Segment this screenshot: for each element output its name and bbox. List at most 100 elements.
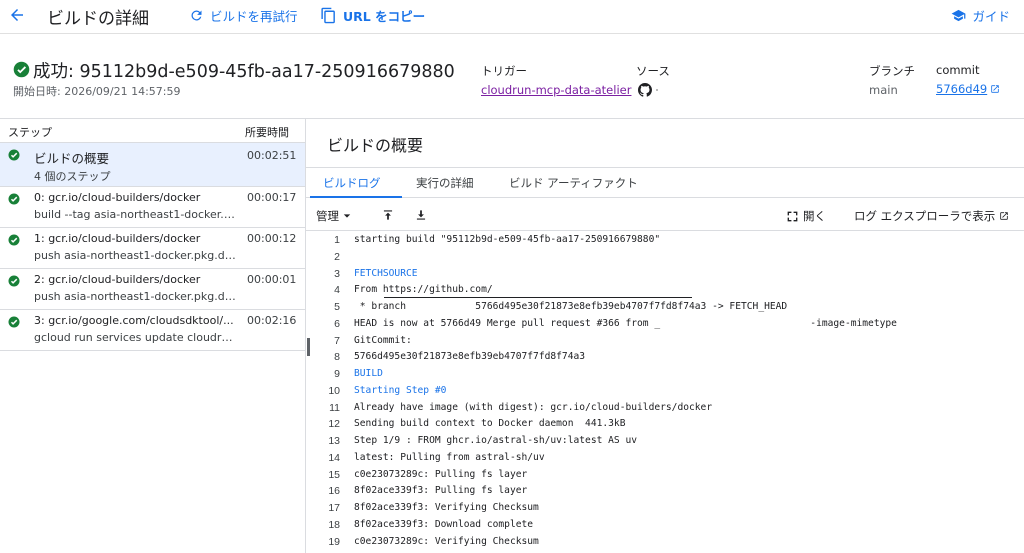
step-row[interactable]: 2: gcr.io/cloud-builders/docker push asia… (0, 269, 305, 310)
view-in-log-explorer-button[interactable]: ログ エクスプローラで表示 (854, 208, 1009, 224)
log-text: * branch 5766d495e30f21873e8efb39eb4707f… (354, 301, 788, 312)
log-text: 8f02ace339f3: Verifying Checksum (354, 502, 539, 513)
log-text: 8f02ace339f3: Pulling fs layer (354, 485, 528, 497)
log-line: 5 * branch 5766d495e30f21873e8efb39eb470… (306, 301, 1024, 318)
line-number: 19 (328, 535, 340, 548)
success-check-icon (8, 275, 20, 287)
top-bar: ビルドの詳細 ビルドを再試行 URL をコピー ガイド (0, 0, 1024, 34)
log-line: 18 8f02ace339f3: Download complete (306, 519, 1024, 536)
log-text: FETCHSOURCE (354, 267, 418, 279)
guide-label: ガイド (972, 9, 1010, 24)
rebuild-label: ビルドを再試行 (210, 9, 298, 24)
log-text: GitCommit: (354, 334, 412, 346)
log-text: latest: Pulling from astral-sh/uv (354, 451, 545, 463)
log-line: 16 8f02ace339f3: Pulling fs layer (306, 485, 1024, 502)
back-arrow-icon[interactable] (8, 6, 26, 24)
step-duration: 00:00:12 (247, 232, 297, 245)
step-name: ビルドの概要 (34, 151, 110, 166)
build-title: 成功: 95112b9d-e509-45fb-aa17-250916679880 (33, 62, 455, 82)
school-icon (952, 9, 966, 22)
line-number: 5 (334, 301, 340, 313)
commit-link[interactable]: 5766d49 (936, 82, 1000, 96)
log-text: Starting Step #0 (354, 384, 447, 396)
log-line: 9 BUILD (306, 368, 1024, 385)
copy-url-label: URL をコピー (343, 9, 426, 24)
log-text: c0e23073289c: Pulling fs layer (354, 468, 528, 480)
open-in-new-icon (1000, 212, 1009, 220)
guide-button[interactable]: ガイド (951, 6, 1010, 25)
manage-dropdown[interactable]: 管理 (316, 208, 351, 224)
trigger-label: トリガー (481, 64, 527, 78)
log-line: 6 HEAD is now at 5766d49 Merge pull reque… (306, 318, 1024, 335)
tab-execution-details[interactable]: 実行の詳細 (416, 175, 474, 191)
success-check-icon (8, 316, 20, 328)
log-text: HEAD is now at 5766d49 Merge pull reques… (354, 317, 897, 329)
step-command: push asia-northeast1-docker.pkg.de... (34, 290, 236, 303)
line-number: 13 (328, 435, 340, 447)
step-command: 4 個のステップ (34, 170, 111, 183)
open-label: 開く (803, 209, 826, 223)
log-text: Already have image (with digest): gcr.io… (354, 401, 713, 413)
section-title: ビルドの概要 (327, 136, 424, 155)
step-duration: 00:02:51 (247, 149, 297, 162)
branch-value: main (869, 83, 898, 97)
log-text: BUILD (354, 368, 383, 379)
step-row[interactable]: 1: gcr.io/cloud-builders/docker push asia… (0, 228, 305, 269)
line-number: 3 (334, 267, 340, 280)
log-text: Step 1/9 : FROM ghcr.io/astral-sh/uv:lat… (354, 435, 638, 446)
step-name: 1: gcr.io/cloud-builders/docker (34, 232, 201, 245)
step-command: build --tag asia-northeast1-docker.p... (34, 208, 236, 221)
open-fullscreen-button[interactable]: 開く (786, 208, 826, 224)
line-number: 18 (328, 518, 340, 531)
active-tab-indicator (310, 196, 402, 198)
step-name: 3: gcr.io/google.com/cloudsdktool/... (34, 314, 234, 327)
line-number: 14 (328, 451, 340, 464)
success-check-icon (8, 193, 20, 205)
rebuild-button[interactable]: ビルドを再試行 (189, 6, 298, 25)
trigger-link[interactable]: cloudrun-mcp-data-atelier (481, 83, 631, 97)
line-number: 11 (329, 401, 340, 414)
line-number: 6 (334, 317, 340, 330)
line-number: 2 (334, 250, 340, 263)
log-line: 4 From https://github.com/ (306, 284, 1024, 301)
log-line: 13 Step 1/9 : FROM ghcr.io/astral-sh/uv:l… (306, 435, 1024, 452)
step-command: push asia-northeast1-docker.pkg.de... (34, 249, 236, 262)
steps-column-header: ステップ (8, 126, 52, 139)
url-underline (384, 297, 692, 299)
step-row[interactable]: 3: gcr.io/google.com/cloudsdktool/... gcl… (0, 310, 305, 351)
open-in-new-icon (991, 85, 999, 93)
manage-label: 管理 (316, 209, 339, 223)
source-label: ソース (636, 64, 670, 78)
step-name: 0: gcr.io/cloud-builders/docker (34, 191, 201, 204)
line-number: 4 (334, 284, 340, 297)
log-line: 2 (306, 251, 1024, 268)
log-text: 5766d495e30f21873e8efb39eb4707f7fd8f74a3 (354, 351, 586, 363)
copy-icon (321, 7, 335, 24)
scroll-to-top-icon[interactable] (381, 208, 395, 222)
log-text: 8f02ace339f3: Download complete (354, 518, 534, 530)
success-check-icon (13, 61, 30, 78)
build-log[interactable]: 1 starting build "95112b9d-e509-45fb-aa17… (306, 232, 1024, 553)
line-number: 16 (328, 485, 340, 498)
line-number: 9 (334, 368, 340, 380)
step-duration: 00:00:17 (247, 191, 297, 204)
fullscreen-icon (787, 211, 798, 221)
log-line: 17 8f02ace339f3: Verifying Checksum (306, 502, 1024, 519)
tab-build-artifacts[interactable]: ビルド アーティファクト (509, 175, 638, 191)
scroll-to-bottom-icon[interactable] (414, 208, 428, 222)
step-row-summary[interactable]: ビルドの概要 4 個のステップ 00:02:51 (0, 143, 305, 187)
commit-value: 5766d49 (936, 82, 988, 96)
build-summary-panel: ビルドの概要 ビルドログ 実行の詳細 ビルド アーティファクト 管理 開く ログ… (306, 118, 1024, 553)
github-icon[interactable] (638, 83, 652, 97)
log-line: 12 Sending build context to Docker daemon… (306, 418, 1024, 435)
commit-label: commit (936, 63, 980, 77)
steps-header: ステップ 所要時間 (0, 119, 305, 143)
tab-build-log[interactable]: ビルドログ (323, 175, 381, 191)
step-command: gcloud run services update cloudru... (34, 331, 236, 344)
log-line: 1 starting build "95112b9d-e509-45fb-aa17… (306, 234, 1024, 251)
log-text: From https://github.com/ (354, 284, 493, 296)
line-number: 1 (334, 234, 340, 246)
step-duration: 00:02:16 (247, 314, 297, 327)
copy-url-button[interactable]: URL をコピー (320, 6, 425, 25)
step-row[interactable]: 0: gcr.io/cloud-builders/docker build --t… (0, 187, 305, 228)
